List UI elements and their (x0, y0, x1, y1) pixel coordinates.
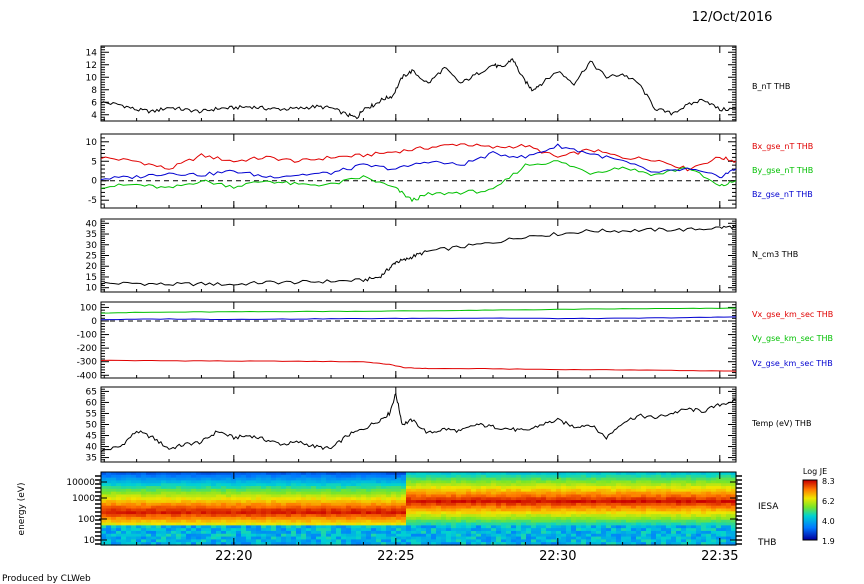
b-series-0 (100, 58, 737, 120)
n-ytick-label-1: 15 (86, 273, 97, 283)
n-legend-0: N_cm3 THB (752, 250, 798, 259)
n-frame (100, 218, 737, 293)
panels: 4 6 8 10 12 14 B_nT THB -5 0 5 10 Bx_gse_nT THB By_g… (17, 45, 835, 564)
bgse-ytick-label-2: 5 (91, 157, 97, 167)
n-ytick-label-2: 20 (86, 262, 98, 272)
temp-ytick-label-3: 50 (86, 421, 98, 431)
v-frame (100, 301, 737, 379)
n-series-0 (100, 224, 737, 287)
figure-canvas: 12/Oct/2016 Produced by CLWeb 4 6 8 10 12 14 B… (2, 10, 835, 584)
iesa-ylabel: energy (eV) (17, 483, 27, 536)
b-ytick-label-1: 6 (91, 98, 97, 108)
temp-ytick-label-4: 55 (86, 409, 97, 419)
b-ytick-label-3: 10 (86, 73, 98, 83)
v-ytick-label-4: 0 (91, 317, 97, 327)
b-ytick-label-4: 12 (86, 61, 97, 71)
colorbar-tick-3: 1.9 (822, 537, 835, 546)
bgse-ytick-label-1: 0 (91, 177, 97, 187)
bgse-frame (100, 133, 737, 209)
v-ytick-label-1: -300 (77, 358, 98, 368)
v-ytick-label-2: -200 (77, 344, 98, 354)
time-tick-label-1: 22:25 (377, 549, 414, 564)
b-ytick-label-0: 4 (91, 111, 97, 121)
b-legend-0: B_nT THB (752, 82, 790, 91)
bgse-legend-1: By_gse_nT THB (752, 166, 813, 175)
v-ytick-label-0: -400 (77, 371, 98, 381)
iesa-ytick-label-3: 10000 (66, 478, 95, 488)
temp-ytick-label-2: 45 (86, 432, 97, 442)
n-ytick-label-0: 10 (86, 284, 98, 294)
iesa-sublabel: THB (757, 538, 776, 548)
temp-frame (100, 386, 737, 463)
v-ytick-label-3: -100 (77, 331, 98, 341)
colorbar-tick-2: 4.0 (822, 517, 835, 526)
bgse-legend-2: Bz_gse_nT THB (752, 190, 813, 199)
b-ytick-label-5: 14 (86, 48, 98, 58)
credit-label: Produced by CLWeb (2, 574, 91, 584)
v-ytick-label-5: 100 (80, 303, 97, 313)
temp-series-0 (100, 392, 737, 453)
date-label: 12/Oct/2016 (692, 10, 773, 25)
iesa-ytick-label-2: 1000 (72, 494, 95, 504)
temp-ytick-label-1: 40 (86, 443, 98, 453)
spectrogram (101, 472, 737, 546)
b-ytick-label-2: 8 (91, 86, 97, 96)
v-legend-2: Vz_gse_km_sec THB (752, 359, 833, 368)
temp-legend-0: Temp (eV) THB (751, 419, 811, 428)
bgse-ytick-label-3: 10 (86, 138, 98, 148)
iesa-name: IESA (758, 502, 779, 512)
bgse-legend-0: Bx_gse_nT THB (752, 142, 813, 151)
n-ytick-label-5: 35 (86, 230, 97, 240)
time-tick-label-3: 22:35 (701, 549, 738, 564)
temp-ytick-label-0: 35 (86, 454, 97, 464)
colorbar-tick-1: 6.2 (822, 497, 835, 506)
n-ytick-label-3: 25 (86, 252, 97, 262)
v-legend-1: Vy_gse_km_sec THB (752, 334, 833, 343)
temp-ytick-label-5: 60 (86, 398, 98, 408)
n-ytick-label-4: 30 (86, 241, 98, 251)
v-series-2 (100, 316, 737, 321)
v-series-1 (100, 307, 737, 314)
iesa-ytick-label-1: 100 (78, 515, 95, 525)
colorbar-tick-0: 8.3 (822, 477, 835, 486)
time-tick-label-2: 22:30 (539, 549, 576, 564)
v-series-0 (100, 359, 737, 372)
time-tick-label-0: 22:20 (215, 549, 252, 564)
colorbar-title: Log JE (803, 467, 827, 476)
n-ytick-label-6: 40 (86, 219, 98, 229)
bgse-ytick-label-0: -5 (88, 196, 97, 206)
bgse-series-2 (100, 143, 737, 181)
v-legend-0: Vx_gse_km_sec THB (752, 310, 833, 319)
temp-ytick-label-6: 65 (86, 387, 97, 397)
iesa-ytick-label-0: 10 (84, 536, 96, 546)
